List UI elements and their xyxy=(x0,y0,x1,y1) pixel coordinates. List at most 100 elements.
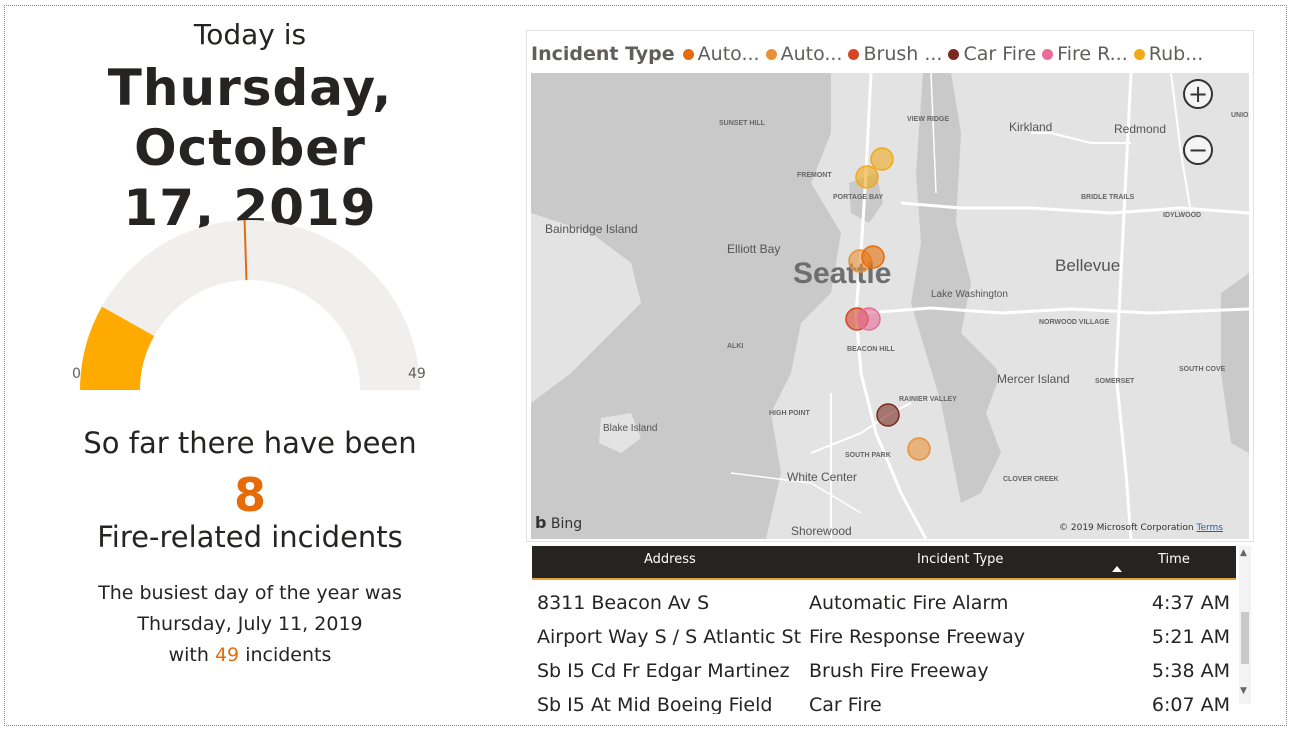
legend-item[interactable]: Car Fire xyxy=(948,43,1036,65)
map-label: Redmond xyxy=(1114,122,1166,136)
incident-marker[interactable] xyxy=(861,245,885,269)
map-label: FREMONT xyxy=(797,172,832,179)
legend-item[interactable]: Auto... xyxy=(682,43,760,65)
table-row[interactable]: Sb I5 Cd Fr Edgar Martinez Brush Fire Fre… xyxy=(532,652,1236,686)
incident-marker[interactable] xyxy=(907,437,931,461)
lake-washington xyxy=(911,73,1001,503)
map-label: Elliott Bay xyxy=(727,242,780,256)
lake-sammamish xyxy=(1221,273,1249,453)
legend-label: Auto... xyxy=(697,43,760,65)
cell-incident-type: Brush Fire Freeway xyxy=(809,660,989,682)
map-label: Bellevue xyxy=(1055,256,1120,275)
cell-incident-type: Fire Response Freeway xyxy=(809,626,1025,648)
incident-marker[interactable] xyxy=(876,403,900,427)
incident-marker[interactable] xyxy=(857,307,881,331)
cell-address: 8311 Beacon Av S xyxy=(537,592,710,614)
map-label: NORWOOD VILLAGE xyxy=(1039,319,1110,326)
map-label: Shorewood xyxy=(791,524,852,538)
map-label: SOMERSET xyxy=(1095,378,1135,385)
map-label: Mercer Island xyxy=(997,372,1070,386)
column-header-time[interactable]: Time xyxy=(1158,552,1190,567)
with-label: with xyxy=(168,644,209,666)
legend-dot-icon xyxy=(848,48,860,60)
incident-gauge[interactable] xyxy=(70,210,430,400)
table-scrollbar[interactable]: ▲ ▼ xyxy=(1239,546,1251,704)
legend-label: Car Fire xyxy=(963,43,1037,65)
cell-time: 6:07 AM xyxy=(1151,694,1230,714)
map-label: Bainbridge Island xyxy=(545,222,638,236)
cell-address: Sb I5 At Mid Boeing Field xyxy=(537,694,773,714)
busiest-count: 49 xyxy=(214,644,240,666)
bing-logo: b Bing xyxy=(535,513,582,532)
cell-address: Sb I5 Cd Fr Edgar Martinez xyxy=(537,660,790,682)
incidents-label: incidents xyxy=(245,644,332,666)
legend-label: Auto... xyxy=(780,43,843,65)
table-row[interactable]: Sb I5 At Mid Boeing Field Car Fire 6:07 AM xyxy=(532,686,1236,714)
map-label: White Center xyxy=(787,470,857,484)
map-label: VIEW RIDGE xyxy=(907,116,949,123)
plus-icon: + xyxy=(1187,80,1209,108)
busiest-day-card: The busiest day of the year was Thursday… xyxy=(10,578,490,671)
map-label: Lake Washington xyxy=(931,289,1008,300)
scrollbar-thumb[interactable] xyxy=(1241,612,1249,664)
today-label: Today is xyxy=(193,18,307,51)
map-label: PORTAGE BAY xyxy=(833,194,884,201)
column-header-address[interactable]: Address xyxy=(644,552,696,567)
map-label: IDYLWOOD xyxy=(1163,212,1201,219)
legend-label: Rub... xyxy=(1148,43,1204,65)
map-label: SUNSET HILL xyxy=(719,120,766,127)
map-label: CLOVER CREEK xyxy=(1003,476,1059,483)
map-label: BEACON HILL xyxy=(847,346,896,353)
map-label: RAINIER VALLEY xyxy=(899,396,957,403)
cell-incident-type: Car Fire xyxy=(809,694,882,714)
incidents-table: Address Incident Type Time 8311 Beacon A… xyxy=(532,546,1236,714)
table-row[interactable]: 8311 Beacon Av S Automatic Fire Alarm 4:37… xyxy=(532,584,1236,618)
map-canvas[interactable]: Seattle Bellevue Kirkland Redmond Bainbridge… xyxy=(531,73,1249,539)
legend-item[interactable]: Auto... xyxy=(765,43,843,65)
legend-item[interactable]: Rub... xyxy=(1133,43,1204,65)
so-far-text: So far there have been xyxy=(83,426,417,460)
cell-time: 4:37 AM xyxy=(1151,592,1230,614)
legend-label: Brush ... xyxy=(863,43,943,65)
zoom-in-button[interactable]: + xyxy=(1183,79,1213,109)
busiest-label: The busiest day of the year was xyxy=(98,582,402,604)
date-line-1: Thursday, October xyxy=(107,59,393,177)
bing-icon: b xyxy=(535,513,547,532)
busiest-date: Thursday, July 11, 2019 xyxy=(137,613,363,635)
legend-title: Incident Type xyxy=(531,43,675,65)
map-label: BRIDLE TRAILS xyxy=(1081,194,1135,201)
column-header-incident-type[interactable]: Incident Type xyxy=(917,552,1003,567)
legend-dot-icon xyxy=(1133,48,1145,60)
minus-icon: − xyxy=(1187,136,1209,164)
map-copyright: © 2019 Microsoft Corporation Terms xyxy=(1059,523,1223,533)
cell-incident-type: Automatic Fire Alarm xyxy=(809,592,1009,614)
legend-item[interactable]: Brush ... xyxy=(848,43,942,65)
sort-ascending-icon[interactable] xyxy=(1112,566,1122,572)
map-label: SOUTH COVE xyxy=(1179,366,1226,373)
table-row[interactable]: Airport Way S / S Atlantic St Fire Respon… xyxy=(532,618,1236,652)
map-svg: Seattle BellevueKirkland RedmondBainbridge… xyxy=(531,73,1249,539)
legend-items: Auto... Auto... Brush ... Car Fire Fire R...… xyxy=(682,43,1210,65)
terms-link[interactable]: Terms xyxy=(1196,523,1223,533)
map-visual: Incident Type Auto... Auto... Brush ... Car… xyxy=(526,30,1254,542)
copyright-text: © 2019 Microsoft Corporation xyxy=(1059,523,1194,533)
busiest-count-line: with 49 incidents xyxy=(10,640,490,671)
scroll-up-icon[interactable]: ▲ xyxy=(1240,548,1247,558)
map-label: HIGH POINT xyxy=(769,410,811,417)
map-label: UNION xyxy=(1231,112,1249,119)
incident-marker[interactable] xyxy=(870,147,894,171)
cell-time: 5:21 AM xyxy=(1151,626,1230,648)
map-label: ALKI xyxy=(727,343,743,350)
table-header: Address Incident Type Time xyxy=(532,546,1236,580)
map-label: Kirkland xyxy=(1009,120,1052,134)
incident-marker[interactable] xyxy=(855,165,879,189)
zoom-out-button[interactable]: − xyxy=(1183,135,1213,165)
incident-count: 8 xyxy=(233,468,266,522)
legend-dot-icon xyxy=(1042,48,1054,60)
gauge-max-label: 49 xyxy=(408,366,426,382)
legend-item[interactable]: Fire R... xyxy=(1042,43,1128,65)
mercer-island xyxy=(996,353,1031,438)
scroll-down-icon[interactable]: ▼ xyxy=(1240,686,1247,696)
legend-dot-icon xyxy=(765,48,777,60)
cell-time: 5:38 AM xyxy=(1151,660,1230,682)
